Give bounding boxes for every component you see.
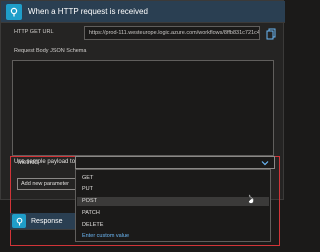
method-dropdown: GET PUT POST PATCH DELETE Enter custom v… (75, 169, 271, 242)
method-select[interactable] (75, 156, 275, 169)
trigger-card-header[interactable]: When a HTTP request is received (1, 1, 285, 23)
copy-icon[interactable] (266, 27, 276, 40)
dropdown-option[interactable]: PUT (82, 186, 93, 192)
trigger-title: When a HTTP request is received (28, 7, 148, 16)
url-label: HTTP GET URL (14, 29, 54, 35)
response-title: Response (31, 218, 63, 225)
enter-custom-value-option[interactable]: Enter custom value (82, 233, 129, 239)
mouse-cursor-icon (248, 194, 254, 204)
dropdown-option[interactable]: PATCH (82, 210, 100, 216)
schema-editor[interactable] (12, 60, 274, 156)
dropdown-option[interactable]: POST (82, 198, 97, 204)
response-icon (12, 214, 26, 228)
method-label: Method (18, 160, 39, 166)
http-request-icon (6, 4, 22, 20)
url-field[interactable]: https://prod-111.westeurope.logic.azure.… (84, 26, 260, 40)
schema-label: Request Body JSON Schema (14, 48, 87, 54)
dropdown-option[interactable]: GET (82, 175, 93, 181)
dropdown-option[interactable]: DELETE (82, 222, 103, 228)
dropdown-highlight (77, 197, 269, 206)
chevron-down-icon (261, 161, 269, 166)
